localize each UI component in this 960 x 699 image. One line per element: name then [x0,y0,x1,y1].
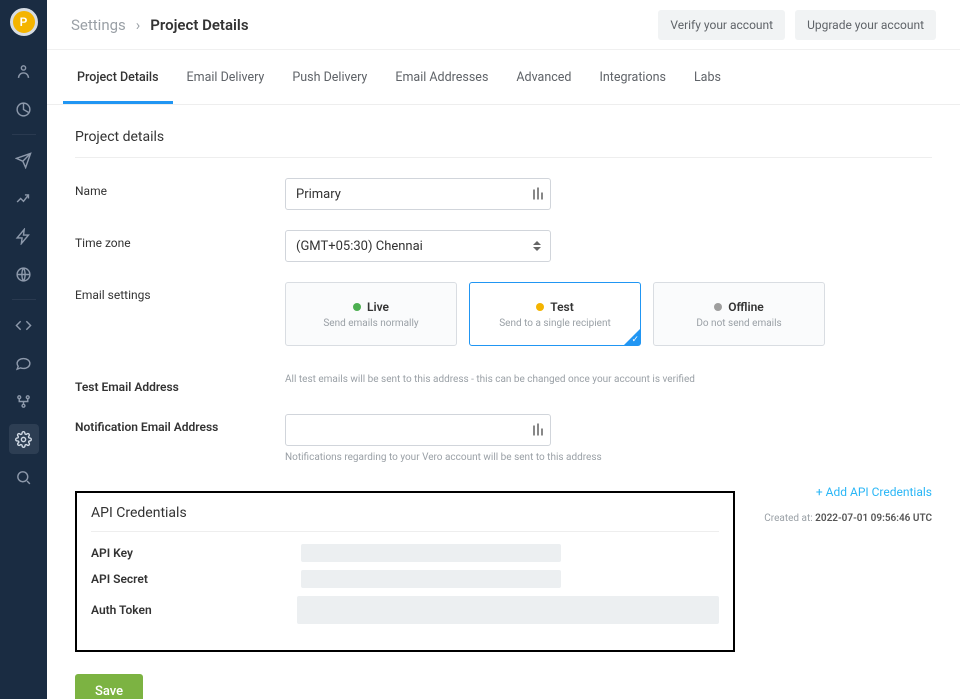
sidebar: P [0,0,47,699]
nav-segments-icon[interactable] [0,90,47,128]
label-notif-email: Notification Email Address [75,414,285,434]
tab-push-delivery[interactable]: Push Delivery [278,50,381,104]
content: Project details Name Time zone (GMT+05:3… [47,105,960,699]
mode-offline[interactable]: Offline Do not send emails [653,282,825,346]
nav-chat-icon[interactable] [0,344,47,382]
nav-divider [12,134,36,135]
tabs: Project Details Email Delivery Push Deli… [47,50,960,105]
row-name: Name [75,178,932,210]
tab-integrations[interactable]: Integrations [585,50,679,104]
avatar-letter: P [20,15,28,29]
breadcrumb: Settings › Project Details [71,16,249,34]
api-token-value [297,596,719,624]
nav-search-icon[interactable] [0,458,47,496]
notif-email-input[interactable] [285,414,551,446]
bars-icon [533,421,543,440]
nav-code-icon[interactable] [0,306,47,344]
api-right-col: + Add API Credentials Created at: 2022-0… [764,483,932,524]
timezone-select[interactable]: (GMT+05:30) Chennai [285,230,551,262]
tab-email-delivery[interactable]: Email Delivery [173,50,279,104]
label-test-email: Test Email Address [75,374,285,394]
nav-settings-icon[interactable] [9,424,39,454]
label-email-settings: Email settings [75,282,285,302]
api-created-at: Created at: 2022-07-01 09:56:46 UTC [764,513,932,524]
api-token-label: Auth Token [91,603,297,617]
breadcrumb-current: Project Details [150,16,248,34]
label-timezone: Time zone [75,230,285,250]
section-title: Project details [75,129,932,158]
nav-workflows-icon[interactable] [0,382,47,420]
nav-customers-icon[interactable] [0,52,47,90]
nav-globe-icon[interactable] [0,255,47,293]
check-icon: ✓ [631,335,639,345]
bars-icon [533,185,543,204]
api-secret-row: API Secret [91,570,719,588]
row-test-email: Test Email Address All test emails will … [75,374,932,394]
add-api-credentials-link[interactable]: + Add API Credentials [816,485,932,499]
verify-account-button[interactable]: Verify your account [658,10,785,40]
tab-project-details[interactable]: Project Details [63,50,173,104]
api-token-row: Auth Token [91,596,719,624]
topbar-actions: Verify your account Upgrade your account [658,10,936,40]
row-notif-email: Notification Email Address Notifications… [75,414,932,463]
dot-icon [714,303,722,311]
row-timezone: Time zone (GMT+05:30) Chennai [75,230,932,262]
dot-icon [353,303,361,311]
tab-email-addresses[interactable]: Email Addresses [381,50,502,104]
topbar: Settings › Project Details Verify your a… [47,0,960,50]
tab-labs[interactable]: Labs [680,50,735,104]
mode-test[interactable]: Test Send to a single recipient ✓ [469,282,641,346]
avatar[interactable]: P [10,8,38,36]
breadcrumb-parent[interactable]: Settings [71,16,126,34]
nav-send-icon[interactable] [0,141,47,179]
helper-test-email: All test emails will be sent to this add… [285,374,932,385]
breadcrumb-sep: › [136,16,141,34]
api-secret-label: API Secret [91,572,301,586]
dot-icon [536,303,544,311]
api-key-row: API Key [91,544,719,562]
nav-divider [12,299,36,300]
nav-reports-icon[interactable] [0,179,47,217]
label-name: Name [75,178,285,198]
api-key-value [301,544,561,562]
name-input[interactable] [285,178,551,210]
helper-notif-email: Notifications regarding to your Vero acc… [285,452,932,463]
api-title: API Credentials [91,505,187,521]
tab-advanced[interactable]: Advanced [502,50,585,104]
main: Settings › Project Details Verify your a… [47,0,960,699]
row-email-settings: Email settings Live Send emails normally… [75,282,932,346]
api-credentials-box: API Credentials API Key API Secret Auth … [75,491,735,652]
api--ways-secret-value [301,570,561,588]
mode-live[interactable]: Live Send emails normally [285,282,457,346]
api-key-label: API Key [91,546,301,560]
save-button[interactable]: Save [75,674,143,699]
upgrade-account-button[interactable]: Upgrade your account [795,10,936,40]
nav-events-icon[interactable] [0,217,47,255]
